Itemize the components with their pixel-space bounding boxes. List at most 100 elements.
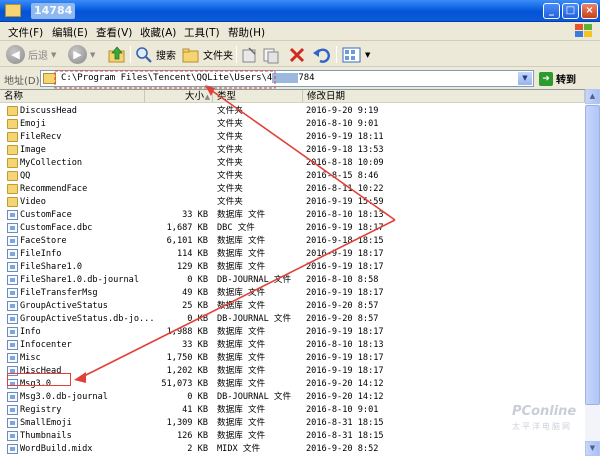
file-row[interactable]: GroupActiveStatus.db-jo... 0 KB DB-JOURNAL…	[0, 313, 585, 326]
file-date: 2016-9-20 8:57	[306, 314, 379, 324]
file-date: 2016-9-19 18:11	[306, 132, 384, 142]
file-date: 2016-9-19 15:59	[306, 197, 384, 207]
file-date: 2016-9-19 18:17	[306, 262, 384, 272]
scroll-thumb[interactable]	[585, 105, 600, 405]
file-name: FileShare1.0	[20, 262, 83, 272]
file-date: 2016-9-20 8:57	[306, 301, 379, 311]
file-icon	[7, 405, 18, 415]
file-row[interactable]: Registry 41 KB 数据库 文件 2016-8-10 9:01	[0, 404, 585, 417]
go-button[interactable]: ➜ 转到	[539, 70, 597, 87]
folder-icon	[7, 158, 18, 168]
scroll-down-button[interactable]: ▼	[585, 441, 600, 456]
file-row[interactable]: MyCollection 文件夹 2016-8-18 10:09	[0, 157, 585, 170]
delete-button[interactable]	[288, 44, 306, 65]
file-icon	[7, 392, 18, 402]
watermark-subtitle: 太平洋电脑网	[512, 422, 572, 431]
file-row[interactable]: Image 文件夹 2016-9-18 13:53	[0, 144, 585, 157]
toolbar: ◀ 后退 ▼ ▶ ▼ 搜索 文件夹 ▼	[0, 42, 600, 67]
undo-button[interactable]	[312, 44, 330, 65]
move-to-button[interactable]	[241, 44, 259, 65]
file-row[interactable]: FileShare1.0 129 KB 数据库 文件 2016-9-19 18:17	[0, 261, 585, 274]
maximize-button[interactable]: □	[562, 3, 579, 19]
back-button[interactable]: ◀ 后退 ▼	[6, 44, 56, 65]
file-size: 33 KB	[182, 210, 208, 220]
address-dropdown-button[interactable]: ▼	[518, 72, 532, 85]
menu-favorites[interactable]: 收藏(A)	[140, 25, 176, 40]
file-type: 数据库 文件	[217, 366, 266, 376]
copy-to-button[interactable]	[262, 44, 280, 65]
menu-bar: 文件(F) 编辑(E) 查看(V) 收藏(A) 工具(T) 帮助(H)	[0, 22, 600, 41]
menu-help[interactable]: 帮助(H)	[228, 25, 265, 40]
highlight-box	[7, 373, 71, 386]
file-type: 数据库 文件	[217, 236, 266, 246]
file-row[interactable]: FaceStore 6,101 KB 数据库 文件 2016-9-18 18:15	[0, 235, 585, 248]
file-row[interactable]: MiscHead 1,202 KB 数据库 文件 2016-9-19 18:17	[0, 365, 585, 378]
file-row[interactable]: GroupActiveStatus 25 KB 数据库 文件 2016-9-20 8:…	[0, 300, 585, 313]
file-row[interactable]: CustomFace 33 KB 数据库 文件 2016-8-10 18:13	[0, 209, 585, 222]
file-row[interactable]: Misc 1,750 KB 数据库 文件 2016-9-19 18:17	[0, 352, 585, 365]
up-folder-button[interactable]	[107, 44, 127, 65]
file-row[interactable]: FileTransferMsg 49 KB 数据库 文件 2016-9-19 18:1…	[0, 287, 585, 300]
file-row[interactable]: Msg3.0 51,073 KB 数据库 文件 2016-9-20 14:12	[0, 378, 585, 391]
file-size: 0 KB	[187, 314, 208, 324]
file-row[interactable]: SmallEmoji 1,309 KB 数据库 文件 2016-8-31 18:15	[0, 417, 585, 430]
file-type: DB-JOURNAL 文件	[217, 392, 292, 402]
views-button[interactable]: ▼	[342, 44, 370, 65]
file-date: 2016-8-10 9:01	[306, 405, 379, 415]
file-row[interactable]: DiscussHead 文件夹 2016-9-20 9:19	[0, 105, 585, 118]
file-row[interactable]: Info 1,988 KB 数据库 文件 2016-9-19 18:17	[0, 326, 585, 339]
column-header-type[interactable]: 类型	[213, 90, 303, 103]
copy-to-icon	[263, 48, 279, 63]
file-icon	[7, 223, 18, 233]
file-size: 25 KB	[182, 301, 208, 311]
file-row[interactable]: Video 文件夹 2016-9-19 15:59	[0, 196, 585, 209]
file-date: 2016-9-19 18:17	[306, 327, 384, 337]
file-row[interactable]: Msg3.0.db-journal 0 KB DB-JOURNAL 文件 2016-9…	[0, 391, 585, 404]
column-header-size[interactable]: 大小 ▲	[145, 90, 213, 103]
file-type: 文件夹	[217, 197, 243, 207]
column-header-date[interactable]: 修改日期	[303, 90, 585, 103]
forward-button[interactable]: ▶ ▼	[68, 44, 95, 65]
file-icon	[7, 431, 18, 441]
minimize-button[interactable]: _	[543, 3, 560, 19]
file-list: 名称 大小 ▲ 类型 修改日期 DiscussHead 文件夹 2016-9-20 9…	[0, 89, 585, 456]
folders-button[interactable]: 文件夹	[182, 44, 233, 65]
file-name: Infocenter	[20, 340, 72, 350]
file-row[interactable]: RecommendFace 文件夹 2016-8-11 10:22	[0, 183, 585, 196]
menu-edit[interactable]: 编辑(E)	[52, 25, 88, 40]
folder-icon	[7, 171, 18, 181]
menu-view[interactable]: 查看(V)	[96, 25, 132, 40]
file-row[interactable]: WordBuild.midx 2 KB MIDX 文件 2016-9-20 8:52	[0, 443, 585, 456]
up-folder-icon	[108, 46, 125, 63]
address-input[interactable]: C:\Program Files\Tencent\QQLite\Users\4 …	[40, 70, 534, 87]
vertical-scrollbar[interactable]: ▲ ▼	[585, 89, 600, 456]
scroll-up-button[interactable]: ▲	[585, 89, 600, 104]
search-button[interactable]: 搜索	[135, 44, 176, 65]
file-row[interactable]: FileRecv 文件夹 2016-9-19 18:11	[0, 131, 585, 144]
file-icon	[7, 249, 18, 259]
forward-arrow-icon: ▶	[68, 45, 87, 64]
menu-tools[interactable]: 工具(T)	[184, 25, 220, 40]
file-size: 129 KB	[176, 262, 208, 272]
address-bar: 地址(D) C:\Program Files\Tencent\QQLite\Us…	[0, 68, 600, 88]
file-type: 数据库 文件	[217, 431, 266, 441]
file-type: 数据库 文件	[217, 327, 266, 337]
file-type: 数据库 文件	[217, 353, 266, 363]
file-name: Registry	[20, 405, 62, 415]
column-header-name[interactable]: 名称	[0, 90, 145, 103]
file-row[interactable]: FileInfo 114 KB 数据库 文件 2016-9-19 18:17	[0, 248, 585, 261]
menu-file[interactable]: 文件(F)	[8, 25, 43, 40]
file-row[interactable]: Infocenter 33 KB 数据库 文件 2016-8-10 18:13	[0, 339, 585, 352]
file-row[interactable]: Emoji 文件夹 2016-8-10 9:01	[0, 118, 585, 131]
close-button[interactable]: ×	[581, 3, 598, 19]
sort-arrow-icon: ▲	[204, 93, 210, 101]
file-row[interactable]: Thumbnails 126 KB 数据库 文件 2016-8-31 18:15	[0, 430, 585, 443]
folder-icon	[7, 184, 18, 194]
file-name: Thumbnails	[20, 431, 72, 441]
file-date: 2016-9-19 18:17	[306, 288, 384, 298]
file-row[interactable]: CustomFace.dbc 1,687 KB DBC 文件 2016-9-19 18…	[0, 222, 585, 235]
file-type: 数据库 文件	[217, 288, 266, 298]
file-row[interactable]: QQ 文件夹 2016-8-15 8:46	[0, 170, 585, 183]
file-row[interactable]: FileShare1.0.db-journal 0 KB DB-JOURNAL 文件…	[0, 274, 585, 287]
folder-icon	[7, 145, 18, 155]
